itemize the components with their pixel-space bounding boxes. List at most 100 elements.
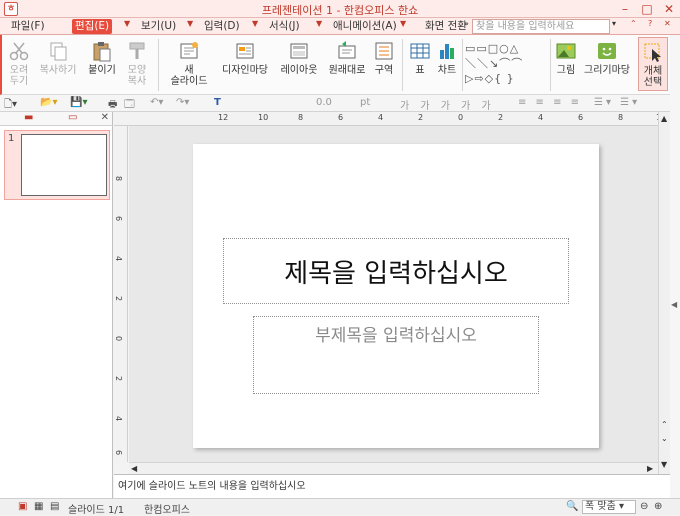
ruler-label: 4 xyxy=(378,113,384,122)
ribbon-separator xyxy=(158,39,159,91)
select-object-button[interactable]: 개체 선택 xyxy=(638,37,668,91)
menu-transition[interactable]: 화면 전환 xyxy=(422,19,470,34)
maximize-button[interactable]: □ xyxy=(636,0,658,18)
notes-placeholder: 여기에 슬라이드 노트의 내용을 입력하십시오 xyxy=(118,481,306,492)
ruler-label: 2 xyxy=(114,375,124,382)
side-panel-toggle-icon[interactable]: ◀ xyxy=(671,300,677,309)
menu-overflow-icon[interactable]: » xyxy=(464,19,469,28)
panel-close-icon[interactable]: ✕ xyxy=(101,112,109,123)
chevron-down-icon[interactable]: ▼ xyxy=(400,19,406,28)
scroll-left-icon[interactable]: ◀ xyxy=(131,464,137,473)
reset-button[interactable]: 원래대로 xyxy=(324,37,370,76)
vertical-scrollbar[interactable]: ▲ ⌃ ⌄ ▼ xyxy=(658,112,670,474)
cut-button[interactable]: 오려 두기 xyxy=(4,37,34,87)
select-object-label: 개체 선택 xyxy=(643,66,663,88)
font-size-field[interactable]: 0.0 xyxy=(316,97,332,108)
slide-thumbnail[interactable]: 1 xyxy=(4,130,110,200)
slide-info: 슬라이드 1/1 xyxy=(68,505,125,516)
menu-animation[interactable]: 애니메이션(A) xyxy=(330,19,400,34)
ruler-label: 6 xyxy=(114,215,124,222)
zoom-dropdown[interactable]: 폭 맞춤 ▾ xyxy=(582,500,636,514)
thumbnail-view-tab-icon[interactable]: ▬ xyxy=(24,112,33,123)
table-button[interactable]: 표 xyxy=(408,37,432,76)
horizontal-scrollbar[interactable]: ◀ ▶ xyxy=(129,462,658,474)
zoom-search-icon[interactable]: 🔍 xyxy=(566,501,578,512)
chevron-down-icon[interactable]: ▼ xyxy=(187,19,193,28)
menu-insert[interactable]: 입력(D) xyxy=(201,19,243,34)
picture-button[interactable]: 그림 xyxy=(552,37,580,76)
ruler-label: 4 xyxy=(538,113,544,122)
zoom-in-icon[interactable]: ⊕ xyxy=(654,501,662,512)
scroll-down-icon[interactable]: ▼ xyxy=(661,460,667,469)
open-folder-icon[interactable]: 📂▾ xyxy=(40,97,57,108)
drawing-label: 그리기마당 xyxy=(584,65,630,76)
chart-button[interactable]: 차트 xyxy=(434,37,460,76)
menu-view[interactable]: 보기(U) xyxy=(138,19,179,34)
shapes-gallery[interactable]: ▭▭□○△ ＼＼↘⌒⌒ ▷⇨◇{ } xyxy=(465,41,547,87)
chevron-down-icon[interactable]: ▼ xyxy=(316,19,322,28)
chart-icon xyxy=(440,44,454,59)
scroll-right-icon[interactable]: ▶ xyxy=(647,464,653,473)
slide-sorter-icon[interactable]: ▦ xyxy=(34,501,43,512)
menu-file[interactable]: 파일(F) xyxy=(8,19,48,34)
save-icon[interactable]: 💾▾ xyxy=(70,97,87,108)
ruler-label: 0 xyxy=(458,113,464,122)
status-bar: ▣ ▦ ▤ 슬라이드 1/1 한컴오피스 🔍 폭 맞춤 ▾ ⊖ ⊕ xyxy=(0,498,680,516)
text-style-buttons[interactable]: 가 가 가 가 가 xyxy=(400,97,495,112)
redo-icon[interactable]: ↷▾ xyxy=(176,97,189,108)
section-button[interactable]: 구역 xyxy=(372,37,396,76)
cut-label: 오려 두기 xyxy=(9,65,29,87)
title-placeholder[interactable]: 제목을 입력하십시오 xyxy=(223,238,569,304)
reset-label: 원래대로 xyxy=(328,65,366,76)
doc-close-icon[interactable]: ✕ xyxy=(664,19,671,28)
help-icon[interactable]: ? xyxy=(648,19,652,28)
format-copy-button[interactable]: 모양 복사 xyxy=(122,37,152,87)
close-button[interactable]: ✕ xyxy=(658,0,680,18)
page-down-icon[interactable]: ⌄ xyxy=(661,434,668,443)
copy-button[interactable]: 복사하기 xyxy=(36,37,80,76)
ribbon-collapse-icon[interactable]: ⌃ xyxy=(630,19,637,28)
page-up-icon[interactable]: ⌃ xyxy=(661,420,668,429)
scroll-up-icon[interactable]: ▲ xyxy=(661,114,667,123)
design-label: 디자인마당 xyxy=(222,65,268,76)
format-copy-label: 모양 복사 xyxy=(127,65,147,87)
outline-view-tab-icon[interactable]: ▭ xyxy=(68,112,77,123)
menu-edit-dropdown-icon[interactable]: ▼ xyxy=(124,19,130,28)
undo-icon[interactable]: ↶▾ xyxy=(150,97,163,108)
ribbon-toolbar: 오려 두기 복사하기 붙이기 모양 복사 새 슬라이드 디자인마당 레이아웃 원… xyxy=(0,35,680,95)
slide[interactable]: 제목을 입력하십시오 부제목을 입력하십시오 xyxy=(193,144,599,448)
normal-view-icon[interactable]: ▣ xyxy=(18,501,27,512)
design-button[interactable]: 디자인마당 xyxy=(218,37,272,76)
notes-area[interactable]: 여기에 슬라이드 노트의 내용을 입력하십시오 xyxy=(114,474,670,498)
minimize-button[interactable]: – xyxy=(614,0,636,18)
title-bar: ㅎ 프레젠테이션 1 - 한컴오피스 한쇼 – □ ✕ xyxy=(0,0,680,18)
search-input[interactable]: 찾을 내용을 입력하세요 xyxy=(472,19,610,34)
menu-format[interactable]: 서식(J) xyxy=(266,19,303,34)
zoom-out-icon[interactable]: ⊖ xyxy=(640,501,648,512)
align-buttons[interactable]: ≡ ≡ ≡ ≡ xyxy=(518,97,582,108)
shapes-row-2: ＼＼↘⌒⌒ xyxy=(465,57,524,70)
slide-thumbnail-preview xyxy=(21,134,107,196)
new-slide-button[interactable]: 새 슬라이드 xyxy=(164,37,214,87)
title-placeholder-text: 제목을 입력하십시오 xyxy=(284,258,508,289)
layout-button[interactable]: 레이아웃 xyxy=(276,37,322,76)
subtitle-placeholder[interactable]: 부제목을 입력하십시오 xyxy=(253,316,539,394)
paste-button[interactable]: 붙이기 xyxy=(84,37,120,76)
scissors-icon xyxy=(9,42,29,61)
menu-edit[interactable]: 편집(E) xyxy=(72,19,113,34)
ruler-label: 0 xyxy=(114,335,124,342)
font-style-icon[interactable]: T xyxy=(214,97,221,108)
ribbon-separator xyxy=(462,39,463,91)
search-dropdown-icon[interactable]: ▾ xyxy=(612,19,616,28)
list-buttons[interactable]: ☰▾ ☰▾ xyxy=(594,97,640,108)
shapes-row-3: ▷⇨◇{ } xyxy=(465,72,515,85)
chevron-down-icon[interactable]: ▼ xyxy=(252,19,258,28)
font-unit-label: pt xyxy=(360,97,371,108)
drawing-button[interactable]: 그리기마당 xyxy=(580,37,634,76)
notes-view-icon[interactable]: ▤ xyxy=(50,501,59,512)
panel-header: ▬ ▭ ✕ xyxy=(0,112,112,126)
chart-label: 차트 xyxy=(437,65,457,76)
ruler-label: 8 xyxy=(114,175,124,182)
ruler-label: 2 xyxy=(418,113,424,122)
ribbon-separator xyxy=(550,39,551,91)
